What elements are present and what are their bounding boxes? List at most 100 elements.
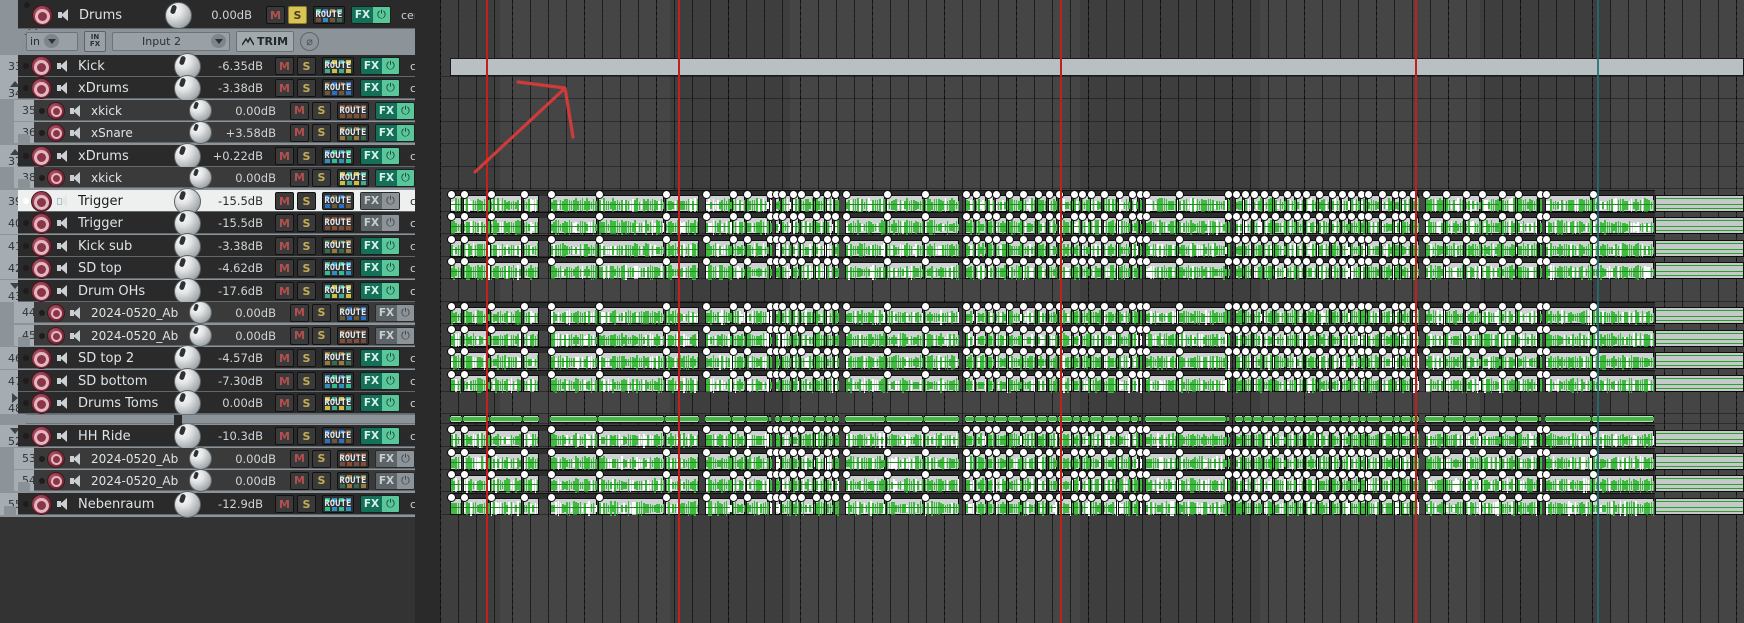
item-grab-handle[interactable]: [486, 235, 496, 244]
item-grab-handle[interactable]: [991, 257, 1001, 266]
item-grab-handle[interactable]: [1044, 325, 1054, 334]
item-grab-handle[interactable]: [1249, 493, 1259, 502]
item-grab-handle[interactable]: [1142, 470, 1151, 479]
item-grab-handle[interactable]: [702, 190, 711, 199]
item-grab-handle[interactable]: [1086, 257, 1096, 266]
track-name-38[interactable]: xkick: [91, 171, 195, 185]
item-grab-handle[interactable]: [1034, 470, 1044, 479]
item-grab-handle[interactable]: [962, 257, 971, 266]
media-item[interactable]: [1178, 475, 1227, 493]
media-item[interactable]: [1178, 498, 1227, 516]
media-item[interactable]: [1545, 352, 1592, 370]
item-grab-handle[interactable]: [920, 347, 930, 356]
track-name-39[interactable]: Trigger: [78, 194, 174, 209]
item-grab-handle[interactable]: [661, 212, 671, 221]
item-grab-handle[interactable]: [1018, 190, 1028, 199]
item-grab-handle[interactable]: [594, 257, 604, 266]
volume-knob-36[interactable]: [189, 121, 212, 144]
item-grab-handle[interactable]: [1301, 493, 1311, 502]
item-grab-handle[interactable]: [728, 212, 738, 221]
item-grab-handle[interactable]: [1315, 448, 1325, 457]
item-grab-handle[interactable]: [920, 370, 930, 379]
item-grab-handle[interactable]: [486, 325, 496, 334]
item-grab-handle[interactable]: [1259, 470, 1269, 479]
item-grab-handle[interactable]: [1099, 347, 1109, 356]
item-grab-handle[interactable]: [1461, 347, 1471, 356]
item-grab-handle[interactable]: [1542, 212, 1551, 221]
solo-button-42[interactable]: S: [297, 259, 316, 277]
item-grab-handle[interactable]: [962, 448, 971, 457]
fx-button-44[interactable]: FX ⏻: [375, 303, 415, 322]
media-item[interactable]: [597, 262, 665, 280]
item-grab-handle[interactable]: [1542, 470, 1551, 479]
phase-invert-button[interactable]: ⌀: [300, 31, 320, 51]
item-grab-handle[interactable]: [1477, 257, 1487, 266]
item-grab-handle[interactable]: [594, 212, 604, 221]
item-grab-handle[interactable]: [447, 325, 456, 334]
media-item[interactable]: [1545, 195, 1592, 213]
item-grab-handle[interactable]: [842, 212, 851, 221]
route-button-45[interactable]: ROUTE: [337, 326, 369, 345]
item-grab-handle[interactable]: [1086, 448, 1096, 457]
item-grab-handle[interactable]: [447, 370, 456, 379]
track-selection-dot-53[interactable]: [39, 456, 45, 462]
item-grab-handle[interactable]: [1315, 370, 1325, 379]
item-grab-handle[interactable]: [1077, 325, 1087, 334]
item-grab-handle[interactable]: [1461, 448, 1471, 457]
media-item[interactable]: [664, 262, 699, 280]
item-grab-handle[interactable]: [962, 302, 971, 311]
item-grab-handle[interactable]: [728, 325, 738, 334]
item-grab-handle[interactable]: [991, 325, 1001, 334]
item-grab-handle[interactable]: [1142, 347, 1151, 356]
item-grab-handle[interactable]: [1099, 235, 1109, 244]
item-grab-handle[interactable]: [1086, 470, 1096, 479]
fx-button-52[interactable]: FX ⏻: [360, 427, 400, 445]
media-item[interactable]: [550, 330, 597, 348]
item-grab-handle[interactable]: [920, 425, 930, 434]
item-grab-handle[interactable]: [1542, 370, 1551, 379]
media-item[interactable]: [664, 430, 699, 448]
item-grab-handle[interactable]: [1315, 493, 1325, 502]
item-grab-handle[interactable]: [1542, 425, 1551, 434]
track-row-48[interactable]: 48 Drums Toms 0.00dB M S ROUTE FX ⏻ cent…: [0, 389, 415, 417]
item-grab-handle[interactable]: [1301, 302, 1311, 311]
record-arm-button-55[interactable]: [31, 493, 52, 515]
media-item[interactable]: [664, 375, 699, 393]
item-grab-handle[interactable]: [1077, 425, 1087, 434]
record-arm-button-41[interactable]: [31, 235, 52, 257]
record-arm-button-39[interactable]: [31, 190, 52, 212]
item-grab-handle[interactable]: [796, 425, 806, 434]
mute-button-34[interactable]: M: [275, 79, 294, 97]
item-grab-handle[interactable]: [486, 257, 496, 266]
input-fx-button[interactable]: IN FX: [84, 30, 106, 52]
item-grab-handle[interactable]: [842, 235, 851, 244]
item-grab-handle[interactable]: [1044, 302, 1054, 311]
item-grab-handle[interactable]: [728, 302, 738, 311]
item-grab-handle[interactable]: [1259, 493, 1269, 502]
mute-button-39[interactable]: M: [275, 192, 294, 210]
item-grab-handle[interactable]: [920, 493, 930, 502]
solo-button-54[interactable]: S: [312, 471, 331, 490]
item-grab-handle[interactable]: [447, 448, 456, 457]
media-item[interactable]: [450, 58, 1744, 76]
item-grab-handle[interactable]: [1142, 370, 1151, 379]
media-item[interactable]: [923, 217, 960, 235]
route-button-34[interactable]: ROUTE: [322, 79, 354, 97]
route-button-37[interactable]: ROUTE: [322, 147, 354, 165]
route-button-42[interactable]: ROUTE: [322, 259, 354, 277]
speaker-icon-53[interactable]: [70, 452, 84, 466]
item-grab-handle[interactable]: [1301, 425, 1311, 434]
item-grab-handle[interactable]: [594, 425, 604, 434]
item-grab-handle[interactable]: [594, 448, 604, 457]
item-grab-handle[interactable]: [702, 325, 711, 334]
media-item[interactable]: [1592, 453, 1655, 471]
item-grab-handle[interactable]: [1077, 448, 1087, 457]
item-grab-handle[interactable]: [920, 302, 930, 311]
item-grab-handle[interactable]: [1099, 212, 1109, 221]
solo-button-38[interactable]: S: [312, 168, 331, 187]
track-row-36[interactable]: 36 xSnare +3.58dB M S ROUTE FX ⏻: [0, 121, 415, 144]
item-grab-handle[interactable]: [920, 235, 930, 244]
media-item[interactable]: [597, 352, 665, 370]
item-grab-handle[interactable]: [594, 493, 604, 502]
track-row-37[interactable]: 37 xDrums +0.22dB M S ROUTE FX ⏻ center: [0, 142, 415, 170]
